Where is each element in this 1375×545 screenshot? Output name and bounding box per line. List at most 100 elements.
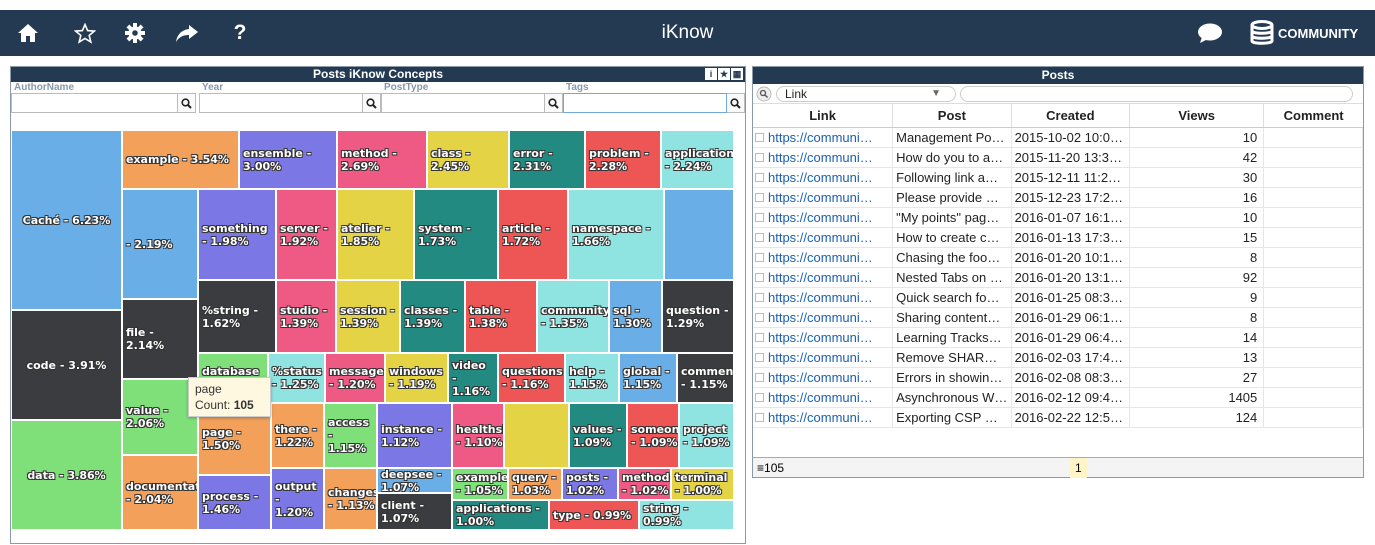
- treemap-cell-server[interactable]: server - 1.92%: [276, 189, 337, 280]
- table-row[interactable]: https://communi… Following link a… 2015-12…: [753, 168, 1363, 188]
- treemap-cell-community[interactable]: community - 1.35%: [537, 280, 609, 353]
- share-icon[interactable]: [169, 10, 205, 56]
- treemap-cell-value[interactable]: value - 2.06%: [122, 379, 198, 455]
- column-header-views[interactable]: Views: [1130, 104, 1265, 127]
- row-checkbox[interactable]: [755, 213, 764, 222]
- table-row[interactable]: https://communi… Sharing content… 2016-01-…: [753, 308, 1363, 328]
- treemap-cell-status[interactable]: %status - 1.25%: [268, 353, 325, 403]
- treemap-cell-help[interactable]: help - 1.15%: [565, 353, 619, 403]
- treemap-cell-process[interactable]: process - 1.46%: [198, 475, 271, 530]
- treemap-cell-output[interactable]: output - 1.20%: [271, 468, 324, 530]
- treemap-cell-example[interactable]: example - 3.54%: [122, 130, 239, 189]
- treemap-cell-file[interactable]: file - 2.14%: [122, 299, 198, 379]
- filter-field-select[interactable]: Link ▼: [776, 85, 956, 102]
- treemap-cell-global[interactable]: global - 1.15%: [619, 353, 677, 403]
- treemap-cell-namespace[interactable]: namespace - 1.66%: [568, 189, 664, 280]
- post-link[interactable]: https://communi…: [768, 188, 873, 207]
- row-checkbox[interactable]: [755, 273, 764, 282]
- row-checkbox[interactable]: [755, 393, 764, 402]
- treemap-cell-someone[interactable]: someone - 1.09%: [627, 403, 679, 468]
- table-view-icon[interactable]: ▦: [731, 68, 743, 80]
- row-checkbox[interactable]: [755, 153, 764, 162]
- post-link[interactable]: https://communi…: [768, 148, 873, 167]
- tags-input[interactable]: [563, 93, 727, 113]
- treemap-cell-data[interactable]: data - 3.86%: [11, 420, 122, 530]
- treemap-cell-examples[interactable]: examples - 1.05%: [452, 468, 508, 500]
- community-button[interactable]: COMMUNITY: [1250, 10, 1358, 56]
- treemap-cell-instance[interactable]: instance - 1.12%: [377, 403, 452, 468]
- treemap-cell-string[interactable]: string - 0.99%: [639, 500, 734, 530]
- grid-filter-input[interactable]: [960, 85, 1353, 102]
- gear-icon[interactable]: [117, 10, 153, 56]
- post-link[interactable]: https://communi…: [768, 128, 873, 147]
- treemap-cell-table[interactable]: table - 1.38%: [465, 280, 537, 353]
- treemap-cell-method[interactable]: method - 2.69%: [337, 130, 427, 189]
- row-checkbox[interactable]: [755, 133, 764, 142]
- treemap-cell-system[interactable]: system - 1.73%: [414, 189, 498, 280]
- row-checkbox[interactable]: [755, 173, 764, 182]
- column-header-link[interactable]: Link: [753, 104, 894, 127]
- search-icon[interactable]: [363, 93, 381, 113]
- table-row[interactable]: https://communi… Please provide … 2015-12-…: [753, 188, 1363, 208]
- home-icon[interactable]: [10, 10, 46, 56]
- search-icon[interactable]: [545, 93, 563, 113]
- table-row[interactable]: https://communi… Learning Tracks… 2016-01-…: [753, 328, 1363, 348]
- table-row[interactable]: https://communi… How to create c… 2016-01-…: [753, 228, 1363, 248]
- treemap-cell-application[interactable]: application - 2.24%: [661, 130, 734, 189]
- row-checkbox[interactable]: [755, 413, 764, 422]
- table-row[interactable]: https://communi… Management Po… 2015-10-02…: [753, 128, 1363, 148]
- star-icon[interactable]: [67, 10, 103, 56]
- posttype-input[interactable]: [381, 93, 545, 113]
- treemap-cell-classes[interactable]: classes - 1.39%: [400, 280, 465, 353]
- post-link[interactable]: https://communi…: [768, 348, 873, 367]
- table-row[interactable]: https://communi… Quick search fo… 2016-01-…: [753, 288, 1363, 308]
- treemap-cell-healthshare[interactable]: healthshare - 1.10%: [452, 403, 504, 468]
- treemap-cell-studio[interactable]: studio - 1.39%: [276, 280, 336, 353]
- table-row[interactable]: https://communi… "My points" pag… 2016-01-…: [753, 208, 1363, 228]
- treemap-cell-changes[interactable]: changes - 1.13%: [324, 468, 377, 530]
- year-input[interactable]: [199, 93, 363, 113]
- treemap-cell-methods[interactable]: methods - 1.02%: [618, 468, 671, 500]
- treemap-cell-type[interactable]: type - 0.99%: [549, 500, 639, 530]
- post-link[interactable]: https://communi…: [768, 408, 873, 427]
- page-number[interactable]: 1: [1070, 458, 1087, 478]
- table-row[interactable]: https://communi… Errors in showin… 2016-02…: [753, 368, 1363, 388]
- post-link[interactable]: https://communi…: [768, 388, 873, 407]
- treemap-cell-project[interactable]: project - 1.09%: [679, 403, 734, 468]
- row-checkbox[interactable]: [755, 333, 764, 342]
- help-icon[interactable]: ?: [222, 10, 258, 56]
- column-header-created[interactable]: Created: [1012, 104, 1131, 127]
- table-row[interactable]: https://communi… Asynchronous W… 2016-02-1…: [753, 388, 1363, 408]
- treemap-cell-something[interactable]: something - 1.98%: [198, 189, 276, 280]
- treemap-cell-windows[interactable]: windows - 1.19%: [385, 353, 448, 403]
- treemap-cell-terminal[interactable]: terminal - 1.00%: [671, 468, 734, 500]
- row-checkbox[interactable]: [755, 313, 764, 322]
- treemap-cell-blank-20[interactable]: [664, 189, 734, 280]
- treemap-cell-error[interactable]: error - 2.31%: [509, 130, 585, 189]
- post-link[interactable]: https://communi…: [768, 208, 873, 227]
- favorite-icon[interactable]: ★: [718, 68, 730, 80]
- column-header-post[interactable]: Post: [893, 104, 1012, 127]
- treemap-cell-access[interactable]: access - 1.15%: [324, 403, 377, 468]
- treemap-cell-ensemble[interactable]: ensemble - 3.00%: [239, 130, 337, 189]
- treemap-cell-there[interactable]: there - 1.22%: [271, 403, 324, 468]
- treemap-cell-values[interactable]: values - 1.09%: [569, 403, 627, 468]
- treemap-cell-video[interactable]: video - 1.16%: [448, 353, 498, 403]
- post-link[interactable]: https://communi…: [768, 328, 873, 347]
- post-link[interactable]: https://communi…: [768, 228, 873, 247]
- row-checkbox[interactable]: [755, 373, 764, 382]
- treemap-cell-problem[interactable]: problem - 2.28%: [585, 130, 661, 189]
- treemap-cell-article[interactable]: article - 1.72%: [498, 189, 568, 280]
- treemap-cell-blank-10[interactable]: - 2.19%: [122, 189, 198, 299]
- search-icon[interactable]: [756, 86, 772, 102]
- table-row[interactable]: https://communi… Chasing the foo… 2016-01-…: [753, 248, 1363, 268]
- treemap-cell-posts[interactable]: posts - 1.02%: [562, 468, 618, 500]
- search-icon[interactable]: [727, 93, 745, 113]
- table-row[interactable]: https://communi… Remove SHAR… 2016-02-03 1…: [753, 348, 1363, 368]
- treemap-cell-question[interactable]: question - 1.29%: [662, 280, 734, 353]
- treemap-cell-sql[interactable]: sql - 1.30%: [609, 280, 662, 353]
- treemap-cell-query[interactable]: query - 1.03%: [508, 468, 562, 500]
- authorname-input[interactable]: [11, 93, 178, 113]
- treemap-cell-message[interactable]: message - 1.20%: [325, 353, 385, 403]
- post-link[interactable]: https://communi…: [768, 288, 873, 307]
